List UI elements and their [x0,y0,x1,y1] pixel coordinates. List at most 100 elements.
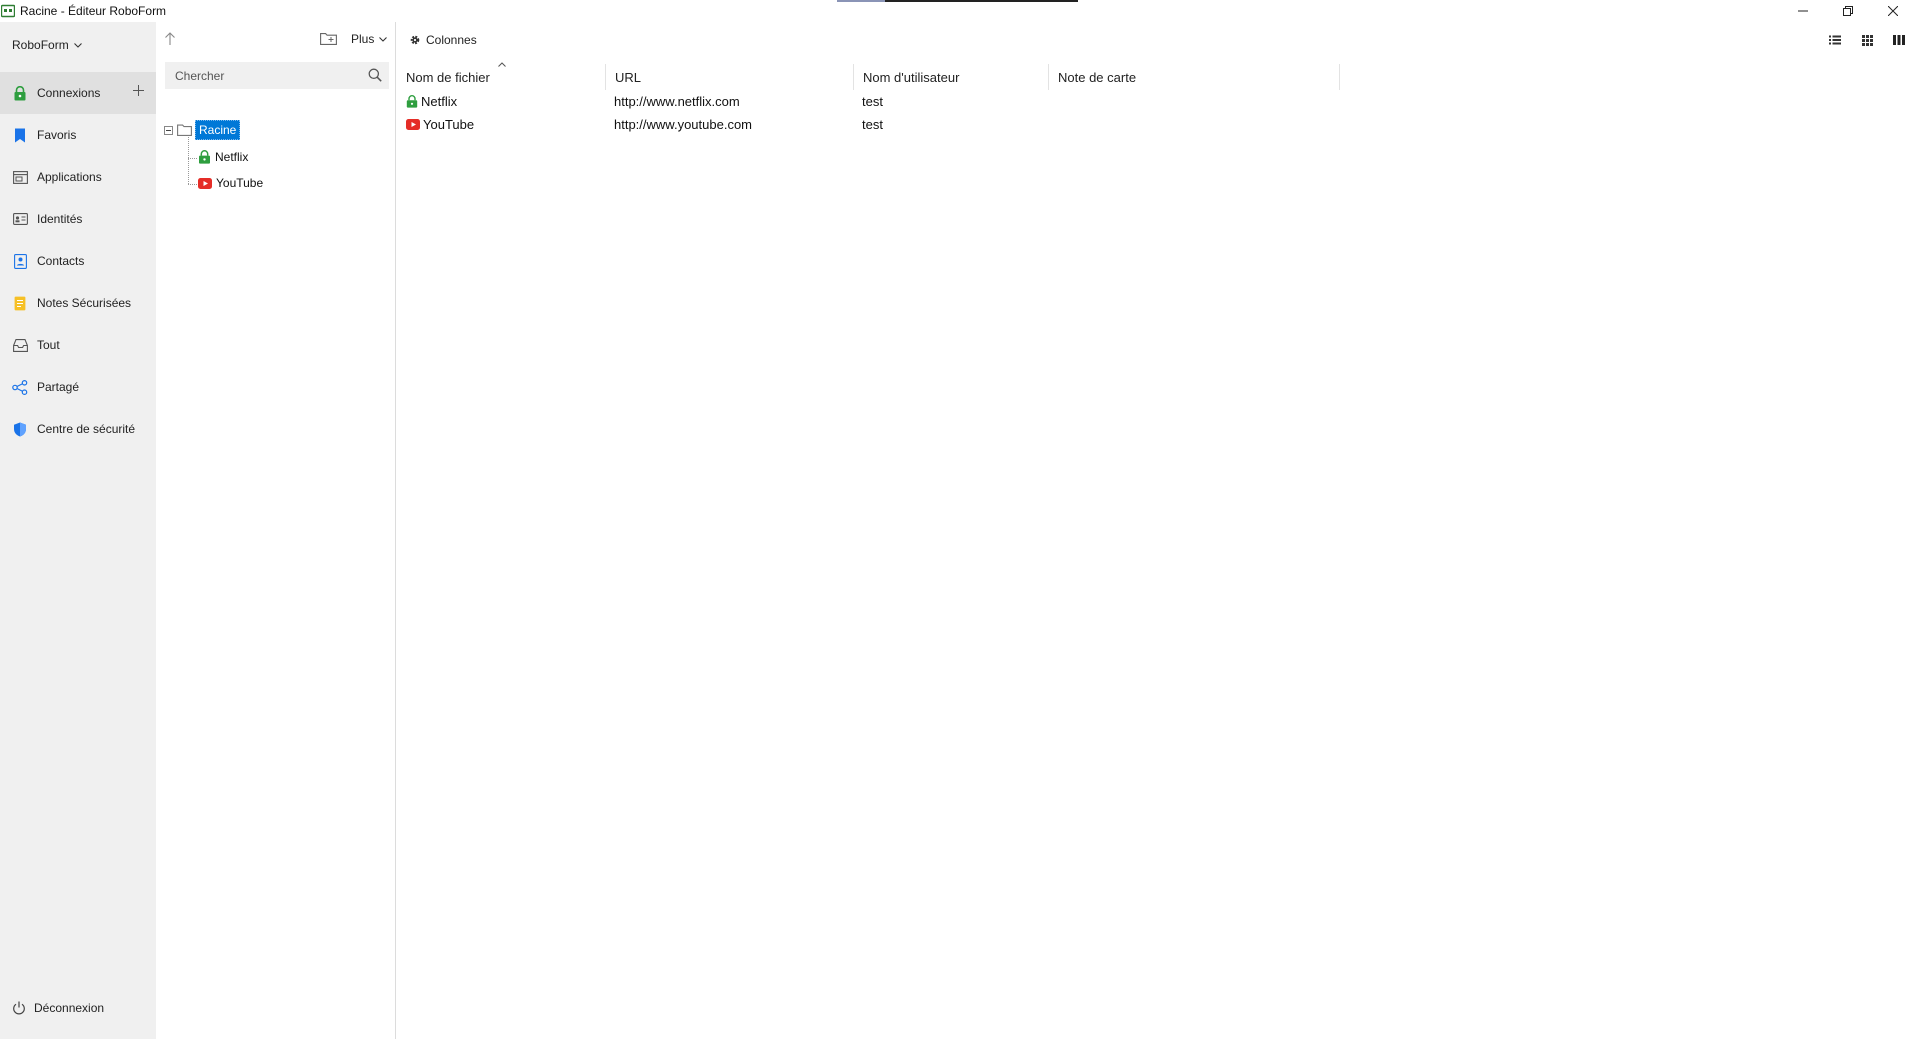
tree-node-label: Netflix [215,150,249,164]
sidebar-item-connexions[interactable]: Connexions [0,72,156,114]
folder-icon [177,124,192,136]
gear-icon [410,35,420,45]
window-title: Racine - Éditeur RoboForm [20,4,167,18]
tree-guide-line [188,184,197,185]
sidebar-item-identites[interactable]: Identités [0,198,156,240]
column-header-card-note[interactable]: Note de carte [1049,64,1340,90]
tree-node-label: YouTube [216,176,264,190]
more-label: Plus [351,32,375,46]
more-menu-button[interactable]: Plus [351,32,388,46]
roboform-app-icon [1,4,15,18]
tree-guide-line [188,158,197,159]
cell-url: http://www.youtube.com [614,113,854,136]
grid-view-icon [1861,34,1873,46]
cell-card-note [1057,113,1340,136]
cell-username: test [862,113,1049,136]
sidebar-item-favoris[interactable]: Favoris [0,114,156,156]
columns-label: Colonnes [426,33,477,47]
list-view-icon [1829,35,1841,45]
shield-icon [12,421,28,437]
sidebar: RoboForm Connexions Favoris Applications [0,22,156,1039]
brand-label: RoboForm [12,38,69,52]
cell-text: YouTube [423,117,475,132]
column-view-icon [1893,35,1905,45]
chevron-down-icon [73,42,82,48]
column-header-label: URL [615,69,642,85]
sidebar-item-partage[interactable]: Partagé [0,366,156,408]
sidebar-item-label: Favoris [37,128,77,142]
identity-card-icon [12,211,28,227]
list-view-button[interactable] [1827,32,1843,48]
logout-button[interactable]: Déconnexion [12,1001,104,1015]
youtube-icon [198,177,212,189]
grid-view-button[interactable] [1859,32,1875,48]
tree-node-netflix[interactable]: Netflix [198,150,248,164]
sidebar-item-label: Applications [37,170,102,184]
cell-username: test [862,90,1049,113]
column-header-label: Note de carte [1058,69,1137,85]
minimize-button[interactable] [1780,0,1825,22]
sidebar-item-centre-securite[interactable]: Centre de sécurité [0,408,156,450]
note-icon [12,295,28,311]
sidebar-item-tout[interactable]: Tout [0,324,156,366]
minimize-icon [1797,10,1808,12]
sidebar-item-notes[interactable]: Notes Sécurisées [0,282,156,324]
column-header-label: Nom de fichier [406,69,490,85]
column-header-name[interactable]: Nom de fichier [397,62,606,90]
cell-text: test [862,94,883,109]
folder-pane: Plus Racine Netflix YouTube [156,22,396,1039]
cell-text: test [862,117,883,132]
column-view-button[interactable] [1891,32,1907,48]
sidebar-item-label: Identités [37,212,83,226]
table-row[interactable]: Netflix http://www.netflix.com test [397,90,1340,113]
add-icon[interactable] [133,85,144,96]
sidebar-item-contacts[interactable]: Contacts [0,240,156,282]
cell-name: YouTube [406,113,606,136]
cell-url: http://www.netflix.com [614,90,854,113]
cell-text: Netflix [421,94,458,109]
brand-menu[interactable]: RoboForm [12,38,82,52]
youtube-icon [406,119,420,130]
sidebar-item-label: Connexions [37,86,101,100]
sidebar-item-label: Notes Sécurisées [37,296,132,310]
window-controls [1780,0,1915,22]
cell-name: Netflix [406,90,606,113]
cell-text: http://www.netflix.com [614,94,740,109]
close-button[interactable] [1870,0,1915,22]
columns-button[interactable]: Colonnes [409,33,477,47]
column-header-label: Nom d'utilisateur [863,69,960,85]
chevron-down-icon [379,36,388,42]
tree-node-root[interactable]: Racine [164,120,241,140]
search-input[interactable] [165,63,355,88]
search-box [165,62,389,89]
main-pane: Colonnes Nom de fichier URL Nom d'utilis… [397,22,1915,1039]
arrow-up-icon[interactable] [164,32,176,45]
table-row[interactable]: YouTube http://www.youtube.com test [397,113,1340,136]
sidebar-list: Connexions Favoris Applications Identité… [0,72,156,450]
view-switcher [1827,32,1907,48]
folder-toolbar: Plus [156,22,396,58]
column-header-url[interactable]: URL [606,64,854,90]
new-folder-icon[interactable] [320,31,337,45]
sidebar-item-label: Tout [37,338,60,352]
sidebar-item-applications[interactable]: Applications [0,156,156,198]
cell-card-note [1057,90,1340,113]
bookmark-icon [12,127,28,143]
application-icon [12,169,28,185]
tree-node-label: Racine [195,120,241,140]
sidebar-item-label: Partagé [37,380,80,394]
table-header: Nom de fichier URL Nom d'utilisateur Not… [397,62,1340,90]
sidebar-item-label: Centre de sécurité [37,422,136,436]
restore-icon [1842,6,1853,16]
lock-icon [12,85,28,101]
sidebar-item-label: Contacts [37,254,85,268]
contact-icon [12,253,28,269]
column-header-username[interactable]: Nom d'utilisateur [854,64,1049,90]
share-icon [12,379,28,395]
entries-table: Nom de fichier URL Nom d'utilisateur Not… [397,62,1340,136]
tree-node-youtube[interactable]: YouTube [198,176,263,190]
collapse-toggle[interactable] [164,125,173,135]
title-drag-indicator [837,0,1078,2]
restore-button[interactable] [1825,0,1870,22]
search-icon[interactable] [368,68,382,82]
